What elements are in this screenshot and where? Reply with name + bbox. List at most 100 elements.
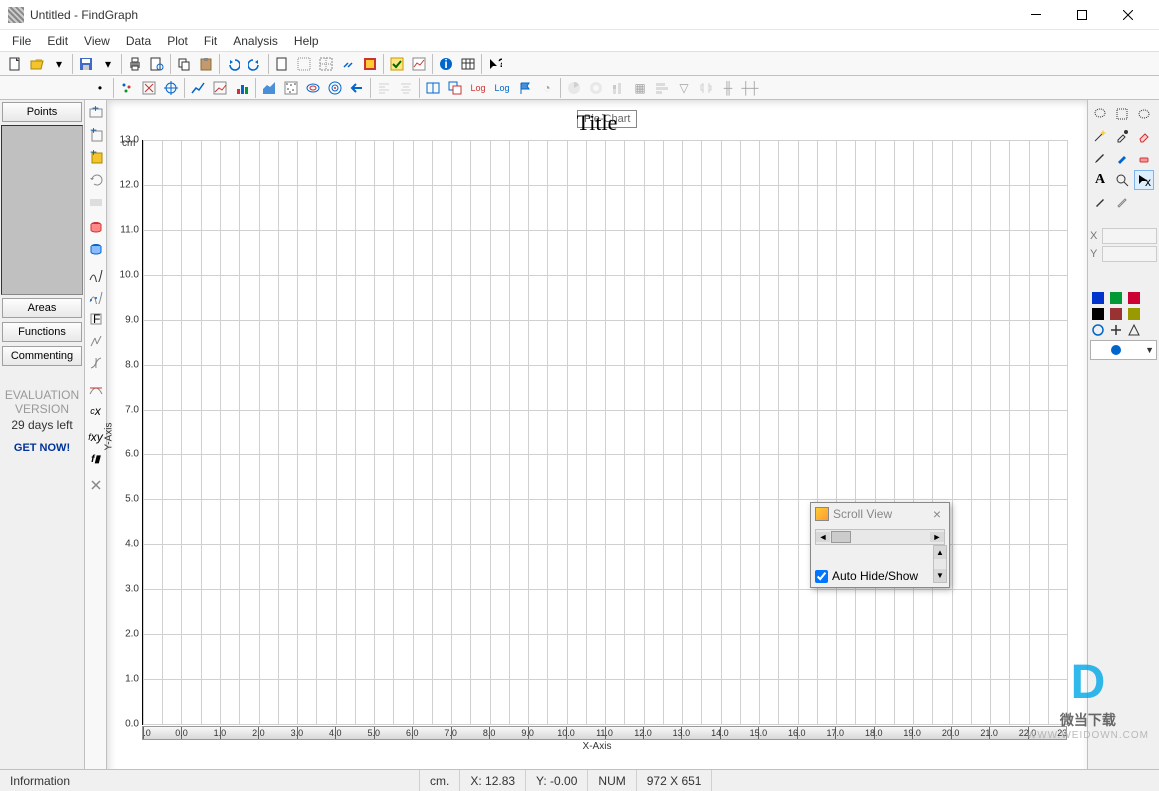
x-coord-input[interactable] — [1102, 228, 1157, 244]
maximize-button[interactable] — [1059, 0, 1105, 30]
check-toggle-icon[interactable] — [386, 53, 408, 75]
flag-icon[interactable] — [514, 77, 536, 99]
log-x-icon[interactable]: Log — [466, 77, 490, 99]
brush-icon[interactable] — [1112, 148, 1132, 168]
zoom-icon[interactable] — [1112, 170, 1132, 190]
rect-select-icon[interactable] — [1112, 104, 1132, 124]
scroll-view-panel[interactable]: Scroll View × ◄ ► Auto Hide/Show ▲ ▼ — [810, 502, 950, 588]
scroll-left-icon[interactable]: ◄ — [816, 532, 830, 542]
target-icon[interactable] — [324, 77, 346, 99]
window-split-icon[interactable] — [422, 77, 444, 99]
shape-plus-icon[interactable] — [1110, 324, 1122, 336]
f-edit-icon[interactable]: f▮ — [86, 449, 106, 469]
info-icon[interactable]: i — [435, 53, 457, 75]
new-page-icon[interactable] — [271, 53, 293, 75]
clear-icon[interactable] — [1112, 192, 1132, 212]
grid-dashed-icon[interactable] — [315, 53, 337, 75]
bar-chart-icon[interactable] — [231, 77, 253, 99]
color-swatch[interactable] — [1110, 292, 1122, 304]
scroll-view-hscroll[interactable]: ◄ ► — [815, 529, 945, 545]
menu-view[interactable]: View — [76, 32, 118, 50]
dot-icon[interactable]: • — [89, 77, 111, 99]
lasso-icon[interactable] — [1090, 104, 1110, 124]
menu-help[interactable]: Help — [286, 32, 327, 50]
scroll-view-close-button[interactable]: × — [929, 506, 945, 522]
derivative-icon[interactable] — [86, 331, 106, 351]
close-button[interactable] — [1105, 0, 1151, 30]
formula-icon[interactable]: F — [86, 309, 106, 329]
page-layout-icon[interactable] — [293, 53, 315, 75]
sidebar-areas-button[interactable]: Areas — [2, 298, 82, 318]
erase-icon[interactable] — [1134, 148, 1154, 168]
color-swatch[interactable] — [1128, 292, 1140, 304]
shape-triangle-icon[interactable] — [1128, 324, 1140, 336]
scroll-down-icon[interactable]: ▼ — [934, 569, 946, 582]
print-icon[interactable] — [124, 53, 146, 75]
curve-fit-icon[interactable]: cx — [86, 401, 106, 421]
scatter-cluster-icon[interactable] — [116, 77, 138, 99]
scroll-view-vscroll[interactable]: ▲ ▼ — [933, 545, 947, 583]
text-icon[interactable]: A — [1090, 170, 1110, 190]
y-coord-input[interactable] — [1102, 246, 1157, 262]
wand-icon[interactable] — [1090, 126, 1110, 146]
add-row-icon[interactable]: + — [86, 103, 106, 123]
line-x-chart-icon[interactable] — [209, 77, 231, 99]
restore-icon[interactable] — [86, 169, 106, 189]
chart-area[interactable]: Pie-Chart Title cm Y-Axis X-Axis 13.012.… — [107, 100, 1087, 790]
sidebar-commenting-button[interactable]: Commenting — [2, 346, 82, 366]
db-export-icon[interactable] — [86, 239, 106, 259]
scroll-up-icon[interactable]: ▲ — [934, 546, 946, 559]
theme-icon[interactable] — [359, 53, 381, 75]
color-swatch[interactable] — [1110, 308, 1122, 320]
db-import-icon[interactable] — [86, 217, 106, 237]
menu-analysis[interactable]: Analysis — [225, 32, 286, 50]
scatter-dense-icon[interactable] — [280, 77, 302, 99]
window-cascade-icon[interactable] — [444, 77, 466, 99]
copy-icon[interactable] — [173, 53, 195, 75]
menu-plot[interactable]: Plot — [159, 32, 196, 50]
pen-icon[interactable] — [1090, 192, 1110, 212]
open-dropdown-icon[interactable]: ▾ — [48, 53, 70, 75]
menu-data[interactable]: Data — [118, 32, 159, 50]
scroll-right-icon[interactable]: ► — [930, 532, 944, 542]
plot-region[interactable]: 13.012.011.010.09.08.07.06.05.04.03.02.0… — [142, 140, 1067, 725]
new-icon[interactable] — [4, 53, 26, 75]
sidebar-points-button[interactable]: Points — [2, 102, 82, 122]
contour-icon[interactable] — [302, 77, 324, 99]
open-icon[interactable] — [26, 53, 48, 75]
pointer-xy-icon[interactable]: xy — [1134, 170, 1154, 190]
menu-edit[interactable]: Edit — [39, 32, 76, 50]
arrow-left-icon[interactable] — [346, 77, 368, 99]
color-swatch[interactable] — [1128, 308, 1140, 320]
tangent-icon[interactable] — [86, 379, 106, 399]
menu-fit[interactable]: Fit — [196, 32, 225, 50]
crosshair-icon[interactable] — [160, 77, 182, 99]
scatter-x-icon[interactable] — [138, 77, 160, 99]
add-table-icon[interactable]: + — [86, 125, 106, 145]
chart-title[interactable]: Title — [577, 110, 618, 136]
color-swatch[interactable] — [1092, 292, 1104, 304]
link-icon[interactable] — [337, 53, 359, 75]
integral-icon[interactable] — [86, 353, 106, 373]
color-swatch[interactable] — [1092, 308, 1104, 320]
auto-hide-checkbox[interactable] — [815, 570, 828, 583]
paste-icon[interactable] — [195, 53, 217, 75]
shape-circle-icon[interactable] — [1092, 324, 1104, 336]
line-chart-icon[interactable] — [187, 77, 209, 99]
minimize-button[interactable] — [1013, 0, 1059, 30]
eyedropper-icon[interactable] — [1112, 126, 1132, 146]
undo-icon[interactable] — [222, 53, 244, 75]
curve-points-icon[interactable] — [86, 287, 106, 307]
get-now-link[interactable]: GET NOW! — [0, 442, 84, 454]
log-y-icon[interactable]: Log — [490, 77, 514, 99]
curve-icon[interactable] — [86, 265, 106, 285]
menu-file[interactable]: File — [4, 32, 39, 50]
pencil-icon[interactable] — [1090, 148, 1110, 168]
add-chart-icon[interactable]: + — [86, 147, 106, 167]
sidebar-functions-button[interactable]: Functions — [2, 322, 82, 342]
ellipse-select-icon[interactable] — [1134, 104, 1154, 124]
save-dropdown-icon[interactable]: ▾ — [97, 53, 119, 75]
redo-icon[interactable] — [244, 53, 266, 75]
help-pointer-icon[interactable]: ? — [484, 53, 506, 75]
eraser-icon[interactable] — [1134, 126, 1154, 146]
